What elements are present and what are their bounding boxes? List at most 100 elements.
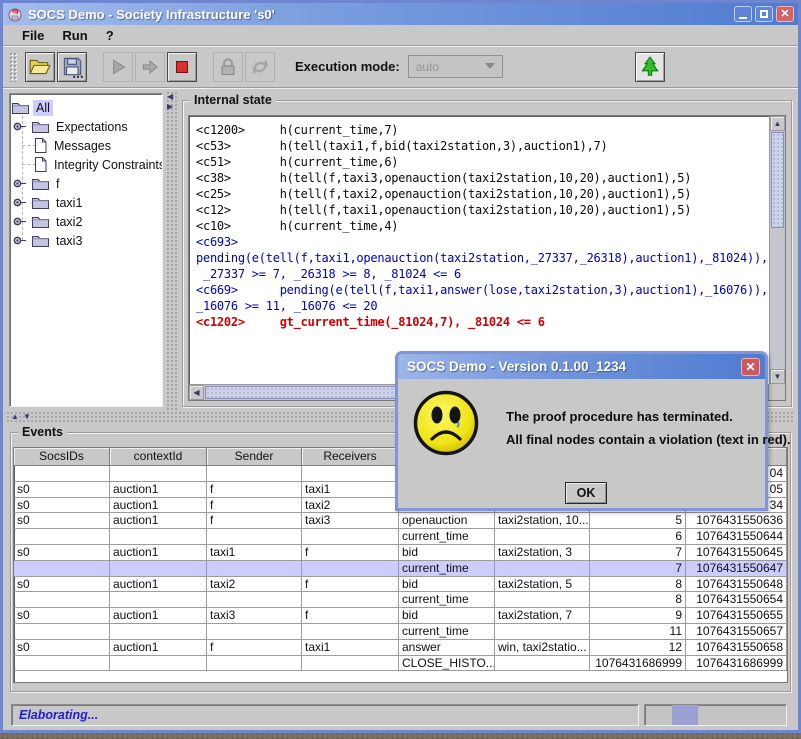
tree-item-label: Messages <box>51 138 114 154</box>
menu-run[interactable]: Run <box>53 28 96 43</box>
expand-handle-icon[interactable] <box>12 178 28 189</box>
menu-file[interactable]: File <box>13 28 53 43</box>
vertical-splitter[interactable]: ◀ ▶ <box>166 91 178 411</box>
green-tree-icon <box>638 55 662 79</box>
scroll-up-icon[interactable]: ▲ <box>770 116 785 131</box>
table-cell: taxi2station, 7 <box>495 608 590 624</box>
progress-bar <box>644 704 787 726</box>
table-row[interactable]: s0auction1ftaxi3openauctiontaxi2station,… <box>14 513 787 529</box>
menu-bar: File Run ? <box>3 25 798 46</box>
menu-help[interactable]: ? <box>97 28 123 43</box>
splitter-collapse-up-icon[interactable]: ▲ <box>11 412 19 422</box>
dialog-title-bar[interactable]: SOCS Demo - Version 0.1.00_1234 ✕ <box>398 354 765 379</box>
tree-item-taxi1[interactable]: taxi1 <box>10 193 162 212</box>
internal-state-text[interactable]: <c1200> h(current_time,7)<c53> h(tell(ta… <box>191 118 768 383</box>
lock-button[interactable] <box>213 52 243 82</box>
table-row[interactable]: current_time71076431550647 <box>14 561 787 577</box>
column-header-sender[interactable]: Sender <box>207 448 302 466</box>
table-cell: 11 <box>590 624 686 640</box>
open-button[interactable] <box>25 52 55 82</box>
scroll-left-icon[interactable]: ◀ <box>189 385 204 400</box>
table-row[interactable]: CLOSE_HISTO...10764316869991076431686999 <box>14 656 787 672</box>
society-tree-button[interactable] <box>635 52 665 82</box>
stop-button[interactable] <box>167 52 197 82</box>
table-cell: auction1 <box>110 513 207 529</box>
table-cell: bid <box>399 545 495 561</box>
scroll-down-icon[interactable]: ▼ <box>770 369 785 384</box>
table-row[interactable]: current_time81076431550654 <box>14 592 787 608</box>
main-window: SOCS Demo - Society Infrastructure 's0' … <box>0 0 801 733</box>
table-cell: f <box>302 608 399 624</box>
table-cell <box>495 592 590 608</box>
table-cell: taxi1 <box>302 640 399 656</box>
table-cell: s0 <box>14 545 110 561</box>
execution-mode-value: auto <box>416 60 439 74</box>
splitter-collapse-right-icon[interactable]: ▶ <box>167 103 173 111</box>
tree-item-label: taxi2 <box>53 214 85 230</box>
vertical-scrollbar-thumb[interactable] <box>771 132 784 228</box>
tree-item-messages[interactable]: Messages <box>10 136 162 155</box>
table-cell: current_time <box>399 624 495 640</box>
tree-item-all[interactable]: All <box>10 98 162 117</box>
internal-state-line: _16076 >= 11, _16076 <= 20 <box>196 298 768 314</box>
table-row[interactable]: s0auction1taxi1fbidtaxi2station, 3710764… <box>14 545 787 561</box>
table-row[interactable]: current_time 111076431550657 <box>14 624 787 640</box>
expand-handle-icon[interactable] <box>12 197 28 208</box>
close-icon: ✕ <box>780 9 789 20</box>
toolbar-grip[interactable] <box>9 52 17 82</box>
dialog-close-button[interactable]: ✕ <box>741 358 760 376</box>
close-icon: ✕ <box>745 361 755 373</box>
table-cell: 7 <box>590 545 686 561</box>
save-button[interactable] <box>57 52 87 82</box>
tree-item-f[interactable]: f <box>10 174 162 193</box>
table-cell: taxi3 <box>207 608 302 624</box>
tree-item-taxi3[interactable]: taxi3 <box>10 231 162 250</box>
table-cell <box>14 624 110 640</box>
table-cell: current_time <box>399 592 495 608</box>
table-cell: 7 <box>590 561 686 577</box>
title-bar[interactable]: SOCS Demo - Society Infrastructure 's0' … <box>3 3 798 25</box>
minimize-button[interactable] <box>734 6 752 22</box>
table-cell: 8 <box>590 577 686 593</box>
scrollbar-corner <box>769 384 785 400</box>
maximize-button[interactable] <box>755 6 773 22</box>
internal-state-line: <c12> h(tell(f,taxi1,openauction(taxi2st… <box>196 202 768 218</box>
expand-handle-icon[interactable] <box>12 216 28 227</box>
splitter-collapse-left-icon[interactable]: ◀ <box>167 93 173 101</box>
tree-item-taxi2[interactable]: taxi2 <box>10 212 162 231</box>
ok-button[interactable]: OK <box>565 482 607 504</box>
table-cell: 1076431550636 <box>686 513 787 529</box>
table-cell <box>110 624 207 640</box>
internal-state-line: <c38> h(tell(f,taxi3,openauction(taxi2st… <box>196 170 768 186</box>
table-cell: 1076431550657 <box>686 624 787 640</box>
step-button[interactable] <box>135 52 165 82</box>
column-header-receivers[interactable]: Receivers <box>302 448 399 466</box>
table-cell: taxi2station, 10... <box>495 513 590 529</box>
tree-item-integrity-constraints[interactable]: Integrity Constraints <box>10 155 162 174</box>
app-icon <box>7 6 23 22</box>
table-cell: auction1 <box>110 608 207 624</box>
internal-state-line: <c1200> h(current_time,7) <box>196 122 768 138</box>
table-row[interactable]: s0auction1taxi3fbidtaxi2station, 7910764… <box>14 608 787 624</box>
table-cell: auction1 <box>110 482 207 498</box>
folder-icon <box>12 101 29 114</box>
expand-handle-icon[interactable] <box>12 235 28 246</box>
column-header-contextid[interactable]: contextId <box>110 448 207 466</box>
tree-item-expectations[interactable]: Expectations <box>10 117 162 136</box>
table-cell: win, taxi2statio... <box>495 640 590 656</box>
splitter-collapse-down-icon[interactable]: ▼ <box>23 412 31 422</box>
expand-handle-icon[interactable] <box>12 121 28 132</box>
table-cell <box>207 561 302 577</box>
run-button[interactable] <box>103 52 133 82</box>
table-cell: current_time <box>399 561 495 577</box>
table-row[interactable]: s0auction1ftaxi1answerwin, taxi2statio..… <box>14 640 787 656</box>
close-button[interactable]: ✕ <box>776 6 794 22</box>
vertical-scrollbar[interactable]: ▲ ▼ <box>769 116 785 384</box>
refresh-button[interactable] <box>245 52 275 82</box>
play-icon <box>106 55 130 79</box>
table-row[interactable]: s0auction1taxi2fbidtaxi2station, 5810764… <box>14 577 787 593</box>
column-header-socsids[interactable]: SocsIDs <box>14 448 110 466</box>
execution-mode-combobox[interactable]: auto <box>408 55 503 78</box>
table-row[interactable]: current_time61076431550644 <box>14 529 787 545</box>
dialog-body: The proof procedure has terminated. All … <box>398 379 765 511</box>
